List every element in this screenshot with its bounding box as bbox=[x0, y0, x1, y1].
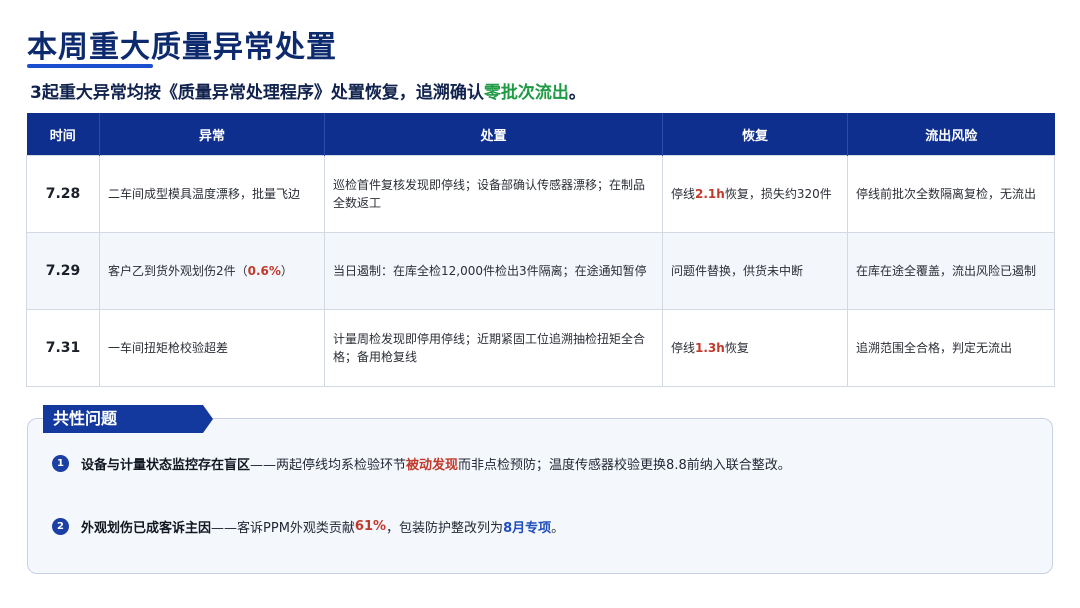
cell-date: 7.31 bbox=[26, 309, 100, 387]
number-badge: 2 bbox=[52, 518, 69, 535]
point-highlight: 61% bbox=[354, 519, 387, 534]
cell-action: 计量周检发现即停用停线；近期紧固工位追溯抽检扭矩全合格；备用枪复线 bbox=[324, 309, 663, 387]
table-header-row: 时间 异常 处置 恢复 流出风险 bbox=[26, 113, 1055, 156]
point-highlight: 被动发现 bbox=[406, 458, 459, 473]
column-header-time: 时间 bbox=[26, 113, 100, 156]
issue-rate: 0.6% bbox=[247, 264, 281, 278]
common-issues-panel bbox=[27, 418, 1053, 574]
cell-date: 7.28 bbox=[26, 155, 100, 233]
recovery-text: 停线 bbox=[671, 341, 696, 355]
page-title: 本周重大质量异常处置 bbox=[27, 30, 337, 65]
cell-issue: 客户乙到货外观划伤2件（0.6%） bbox=[99, 232, 325, 310]
issue-text: 二车间成型模具温度漂移，批量飞边 bbox=[108, 187, 301, 201]
subtitle-text: 3起重大异常均按《质量异常处理程序》处置恢复，追溯确认 bbox=[30, 83, 484, 103]
column-header-action: 处置 bbox=[324, 113, 663, 156]
page-subtitle: 3起重大异常均按《质量异常处理程序》处置恢复，追溯确认零批次流出。 bbox=[30, 78, 586, 103]
column-header-issue: 异常 bbox=[99, 113, 325, 156]
issue-text: 客户乙到货外观划伤2件（ bbox=[108, 264, 248, 278]
common-issue-point: 2 外观划伤已成客诉主因 ——客诉PPM外观类贡献 61% ，包装防护整改列为 8月专项… bbox=[52, 517, 564, 536]
common-issue-point: 1 设备与计量状态监控存在盲区 ——两起停线均系检验环节 被动发现 而非点检预防；温度… bbox=[52, 454, 791, 473]
point-lead: 设备与计量状态监控存在盲区 bbox=[81, 458, 251, 473]
cell-risk: 在库在途全覆盖，流出风险已遏制 bbox=[847, 232, 1055, 310]
recovery-duration: 1.3h bbox=[695, 341, 725, 355]
table-row: 7.29 客户乙到货外观划伤2件（0.6%） 当日遏制：在库全检12,000件检… bbox=[26, 232, 1055, 310]
subtitle-highlight: 零批次流出 bbox=[483, 83, 569, 103]
common-issues-tab: 共性问题 bbox=[43, 405, 213, 433]
column-header-recovery: 恢复 bbox=[662, 113, 848, 156]
point-text-mid: ，包装防护整改列为 bbox=[386, 521, 504, 536]
cell-issue: 一车间扭矩枪校验超差 bbox=[99, 309, 325, 387]
cell-date: 7.29 bbox=[26, 232, 100, 310]
point-text-end: 而非点检预防；温度传感器校验更换8.8前纳入联合整改。 bbox=[458, 458, 791, 473]
point-text: ——客诉PPM外观类贡献 bbox=[211, 521, 355, 536]
cell-action: 当日遏制：在库全检12,000件检出3件隔离；在途通知暂停 bbox=[324, 232, 663, 310]
table-row: 7.28 二车间成型模具温度漂移，批量飞边 巡检首件复核发现即停线；设备部确认传… bbox=[26, 155, 1055, 233]
issue-text: 一车间扭矩枪校验超差 bbox=[108, 341, 229, 355]
recovery-text-suffix: 恢复，损失约320件 bbox=[724, 187, 832, 201]
point-text-end: 。 bbox=[551, 521, 565, 536]
table-row: 7.31 一车间扭矩枪校验超差 计量周检发现即停用停线；近期紧固工位追溯抽检扭矩… bbox=[26, 309, 1055, 387]
cell-risk: 追溯范围全合格，判定无流出 bbox=[847, 309, 1055, 387]
title-underline bbox=[27, 64, 153, 68]
recovery-text: 问题件替换，供货未中断 bbox=[671, 264, 804, 278]
cell-recovery: 停线1.3h恢复 bbox=[662, 309, 848, 387]
point-highlight-blue: 8月专项 bbox=[503, 521, 552, 536]
cell-recovery: 问题件替换，供货未中断 bbox=[662, 232, 848, 310]
cell-action: 巡检首件复核发现即停线；设备部确认传感器漂移；在制品全数返工 bbox=[324, 155, 663, 233]
point-text: ——两起停线均系检验环节 bbox=[250, 458, 407, 473]
recovery-text: 停线 bbox=[671, 187, 696, 201]
issue-text-suffix: ） bbox=[280, 264, 293, 278]
subtitle-suffix: 。 bbox=[568, 83, 586, 103]
point-lead: 外观划伤已成客诉主因 bbox=[81, 521, 212, 536]
recovery-text-suffix: 恢复 bbox=[724, 341, 749, 355]
column-header-risk: 流出风险 bbox=[847, 113, 1055, 156]
number-badge: 1 bbox=[52, 455, 69, 472]
incident-table: 时间 异常 处置 恢复 流出风险 7.28 二车间成型模具温度漂移，批量飞边 巡… bbox=[26, 113, 1055, 387]
cell-issue: 二车间成型模具温度漂移，批量飞边 bbox=[99, 155, 325, 233]
cell-risk: 停线前批次全数隔离复检，无流出 bbox=[847, 155, 1055, 233]
recovery-duration: 2.1h bbox=[695, 187, 725, 201]
cell-recovery: 停线2.1h恢复，损失约320件 bbox=[662, 155, 848, 233]
